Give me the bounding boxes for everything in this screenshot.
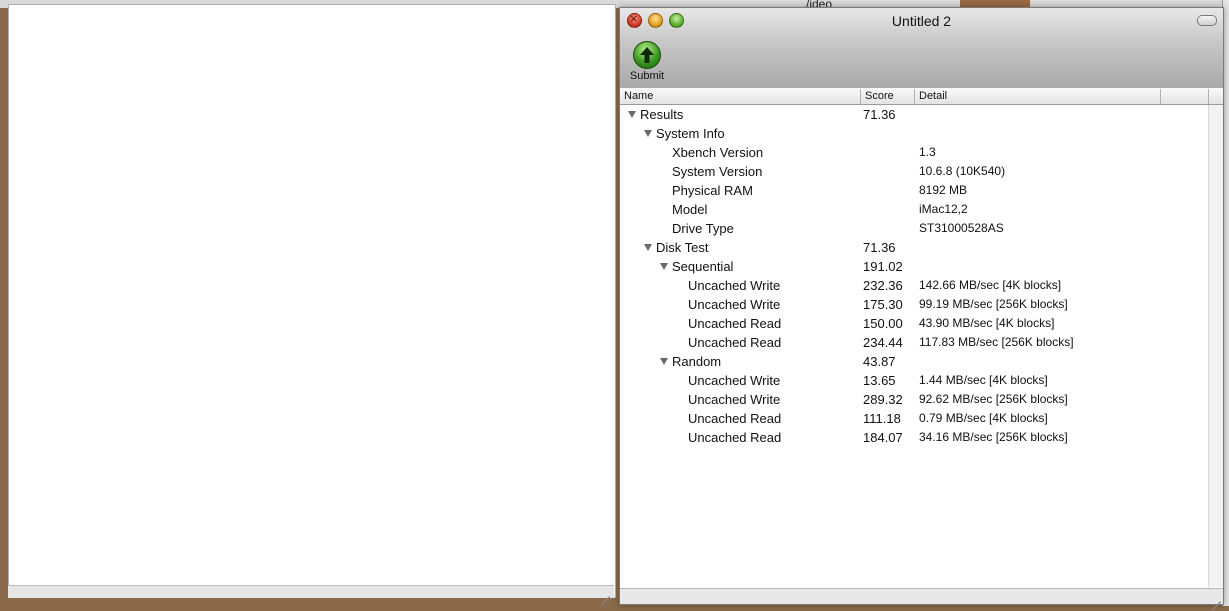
row-name: Uncached Write	[688, 392, 781, 407]
outline-row[interactable]: Uncached Read 234.44 117.83 MB/sec [256K b…	[620, 333, 1210, 352]
row-name: Uncached Write	[688, 373, 781, 388]
outline-row[interactable]: Model iMac12,2	[620, 200, 1210, 219]
window-title: Untitled 2	[891, 13, 952, 29]
row-score: 184.07	[863, 430, 903, 445]
row-score: 111.18	[863, 411, 901, 426]
row-name: Drive Type	[672, 221, 734, 236]
row-name: Uncached Read	[688, 411, 782, 426]
row-detail: 1.3	[919, 145, 936, 159]
row-name: Model	[672, 202, 708, 217]
outline-row[interactable]: System Info	[620, 124, 1210, 143]
row-detail: iMac12,2	[919, 202, 968, 216]
outline-row[interactable]: System Version 10.6.8 (10K540)	[620, 162, 1210, 181]
outline-row[interactable]: Uncached Read 184.07 34.16 MB/sec [256K bl…	[620, 428, 1210, 447]
row-detail: 8192 MB	[919, 183, 968, 197]
row-detail: 1.44 MB/sec [4K blocks]	[919, 373, 1048, 387]
row-detail: 99.19 MB/sec [256K blocks]	[919, 297, 1068, 311]
window-bottom-bar	[620, 588, 1223, 604]
disclosure-triangle-icon[interactable]	[660, 358, 668, 365]
outline-row[interactable]: Uncached Write 175.30 99.19 MB/sec [256K b…	[620, 295, 1210, 314]
row-name: Sequential	[672, 259, 734, 274]
row-name: System Info	[656, 126, 725, 141]
outline-row[interactable]: Random 43.87	[620, 352, 1210, 371]
upload-arrow-icon	[633, 41, 661, 69]
column-header-row: Name Score Detail	[620, 88, 1223, 105]
row-score: 13.65	[863, 373, 896, 388]
outline-row[interactable]: Drive Type ST31000528AS	[620, 219, 1210, 238]
submit-label: Submit	[629, 70, 665, 82]
row-name: Uncached Read	[688, 316, 782, 331]
row-name: Physical RAM	[672, 183, 753, 198]
row-detail: 0.79 MB/sec [4K blocks]	[919, 411, 1048, 425]
column-header-name[interactable]: Name	[620, 89, 861, 104]
vertical-scrollbar[interactable]	[1208, 105, 1223, 587]
resize-grip-icon[interactable]	[598, 587, 610, 606]
row-name: Uncached Write	[688, 297, 781, 312]
row-detail: 43.90 MB/sec [4K blocks]	[919, 316, 1055, 330]
row-score: 71.36	[863, 240, 896, 255]
column-header-score[interactable]: Score	[861, 89, 915, 104]
outline-row[interactable]: Uncached Read 150.00 43.90 MB/sec [4K bloc…	[620, 314, 1210, 333]
row-name: Random	[672, 354, 722, 369]
disclosure-triangle-icon[interactable]	[644, 130, 652, 137]
submit-button[interactable]: Submit	[628, 39, 666, 86]
column-header-detail[interactable]: Detail	[915, 89, 1161, 104]
row-score: 175.30	[863, 297, 903, 312]
row-score: 71.36	[863, 107, 896, 122]
outline-row[interactable]: Results 71.36	[620, 105, 1210, 124]
results-window: Untitled 2 Submit Name Score Detail Resu…	[619, 7, 1224, 611]
toolbar-toggle-button[interactable]	[1197, 15, 1217, 26]
outline-row[interactable]: Uncached Read 111.18 0.79 MB/sec [4K block…	[620, 409, 1210, 428]
row-name: Uncached Read	[688, 430, 782, 445]
row-name: Results	[640, 107, 684, 122]
disclosure-triangle-icon[interactable]	[660, 263, 668, 270]
window-titlebar[interactable]: Untitled 2 Submit	[620, 8, 1223, 89]
disclosure-triangle-icon[interactable]	[644, 244, 652, 251]
row-detail: 92.62 MB/sec [256K blocks]	[919, 392, 1068, 406]
row-detail: 10.6.8 (10K540)	[919, 164, 1006, 178]
row-score: 43.87	[863, 354, 896, 369]
resize-grip-icon[interactable]	[1211, 592, 1221, 611]
row-detail: ST31000528AS	[919, 221, 1004, 235]
outline-row[interactable]: Physical RAM 8192 MB	[620, 181, 1210, 200]
outline-row[interactable]: Xbench Version 1.3	[620, 143, 1210, 162]
outline-row[interactable]: Disk Test 71.36	[620, 238, 1210, 257]
row-score: 150.00	[863, 316, 903, 331]
row-score: 191.02	[863, 259, 903, 274]
row-detail: 142.66 MB/sec [4K blocks]	[919, 278, 1062, 292]
row-score: 234.44	[863, 335, 903, 350]
row-name: Uncached Read	[688, 335, 782, 350]
outline-row[interactable]: Uncached Write 13.65 1.44 MB/sec [4K block…	[620, 371, 1210, 390]
outline-row[interactable]: Sequential 191.02	[620, 257, 1210, 276]
row-name: System Version	[672, 164, 763, 179]
row-name: Uncached Write	[688, 278, 781, 293]
row-name: Disk Test	[656, 240, 709, 255]
disclosure-triangle-icon[interactable]	[628, 111, 636, 118]
row-name: Xbench Version	[672, 145, 764, 160]
row-score: 232.36	[863, 278, 903, 293]
blank-window-bottom-bar	[8, 585, 614, 598]
outline-row[interactable]: Uncached Write 289.32 92.62 MB/sec [256K b…	[620, 390, 1210, 409]
results-outline: Results 71.36 System Info Xbench Version 1.3…	[620, 105, 1210, 447]
column-header-empty[interactable]	[1161, 89, 1209, 104]
blank-document-window[interactable]	[8, 4, 616, 598]
row-score: 289.32	[863, 392, 903, 407]
row-detail: 117.83 MB/sec [256K blocks]	[919, 335, 1074, 349]
outline-row[interactable]: Uncached Write 232.36 142.66 MB/sec [4K bl…	[620, 276, 1210, 295]
row-detail: 34.16 MB/sec [256K blocks]	[919, 430, 1068, 444]
